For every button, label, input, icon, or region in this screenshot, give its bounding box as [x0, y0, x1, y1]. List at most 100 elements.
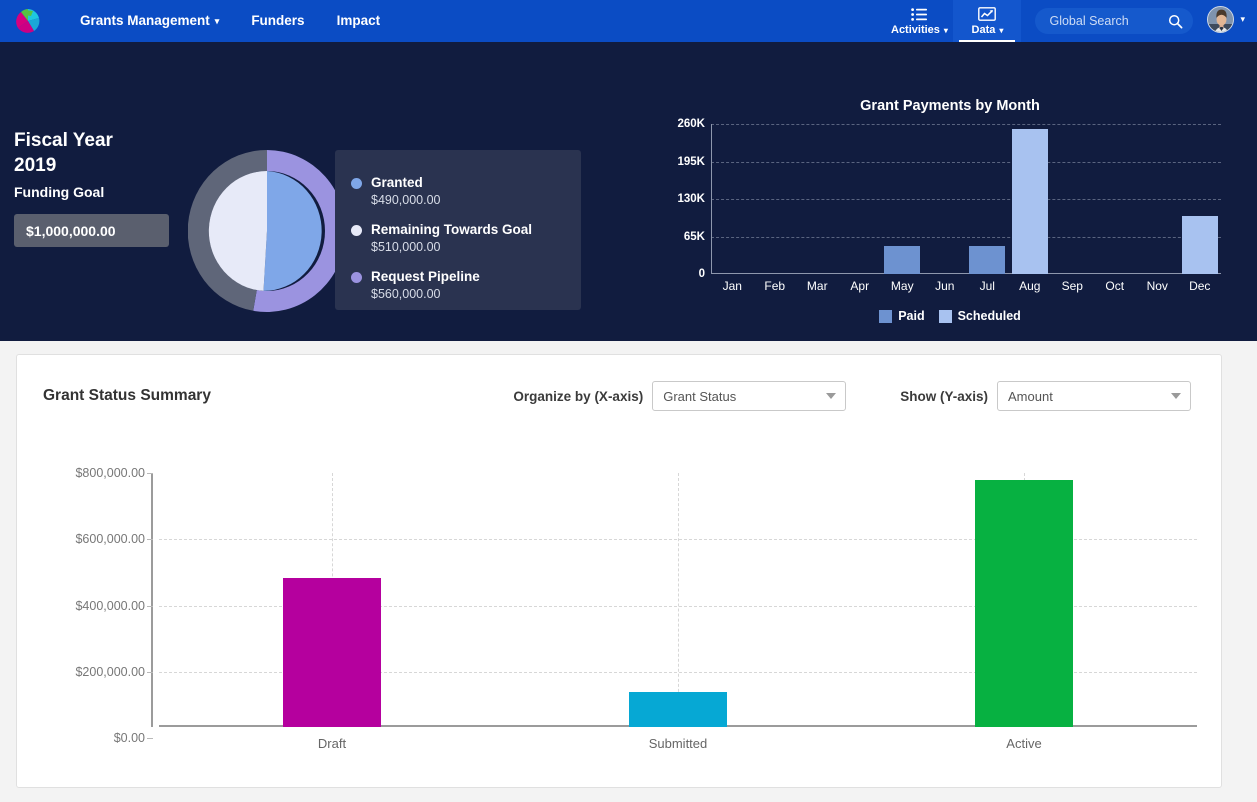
legend-item-paid[interactable]: Paid: [879, 309, 924, 323]
x-tick-label: Mar: [796, 279, 839, 293]
bar-active[interactable]: [975, 480, 1073, 727]
bar-column[interactable]: [881, 124, 924, 274]
x-tick-label: Dec: [1179, 279, 1222, 293]
y-tick-mark: [147, 738, 153, 739]
bar-submitted[interactable]: [629, 692, 727, 727]
nav-right-group: Activities▾ Data▾ Global Search: [885, 0, 1257, 42]
y-axis-control: Show (Y-axis) Amount: [900, 381, 1191, 411]
y-tick-label: $800,000.00: [75, 466, 145, 480]
legend-item-granted: Granted $490,000.00: [371, 174, 581, 209]
legend-color-dot: [351, 225, 362, 236]
grant-status-summary-panel: Grant Status Summary Organize by (X-axis…: [16, 354, 1222, 788]
nav-item-impact[interactable]: Impact: [321, 0, 397, 42]
x-axis-labels: DraftSubmittedActive: [159, 736, 1197, 751]
chart-line-icon: [978, 7, 996, 22]
x-tick-label: Submitted: [505, 736, 851, 751]
chart-controls: Organize by (X-axis) Grant Status Show (…: [513, 381, 1191, 411]
bar-column[interactable]: [1051, 124, 1094, 274]
legend-swatch: [879, 310, 892, 323]
nav-item-label: Funders: [251, 13, 304, 28]
list-icon: [911, 7, 928, 22]
y-axis: 065K130K195K260K: [655, 124, 705, 274]
x-tick-label: Aug: [1009, 279, 1052, 293]
funding-legend-card: Granted $490,000.00 Remaining Towards Go…: [335, 150, 581, 310]
legend-label: Granted: [371, 174, 581, 191]
bar-column[interactable]: [839, 124, 882, 274]
chevron-down-icon: ▾: [944, 26, 948, 35]
y-tick-label: 130K: [678, 193, 706, 205]
legend-item-request-pipeline: Request Pipeline $560,000.00: [371, 268, 581, 303]
chevron-down-icon: [1171, 393, 1181, 399]
y-tick-mark: [147, 539, 153, 540]
chart-plot-area: 065K130K195K260K: [711, 124, 1221, 274]
y-tick-label: $400,000.00: [75, 599, 145, 613]
search-input[interactable]: Global Search: [1049, 14, 1168, 28]
chevron-down-icon: [826, 393, 836, 399]
legend-item-remaining-towards-goal: Remaining Towards Goal $510,000.00: [371, 221, 581, 256]
x-tick-label: Active: [851, 736, 1197, 751]
grant-payments-by-month-chart: Grant Payments by Month 065K130K195K260K…: [655, 98, 1245, 338]
bar-column[interactable]: [966, 124, 1009, 274]
bar-scheduled[interactable]: [1012, 129, 1048, 274]
legend-label: Paid: [898, 309, 924, 323]
y-tick-label: 260K: [678, 118, 706, 130]
bar-column[interactable]: [924, 124, 967, 274]
bar-draft[interactable]: [283, 578, 381, 727]
y-axis-select[interactable]: Amount: [997, 381, 1191, 411]
funding-goal-donut-chart: [188, 150, 346, 312]
chart-plot-area: [159, 473, 1197, 727]
bar-column[interactable]: [1009, 124, 1052, 274]
y-axis-select-value: Amount: [1008, 389, 1053, 404]
nav-item-grants-management[interactable]: Grants Management▾: [64, 0, 235, 43]
pie-chart-logo-icon[interactable]: [14, 7, 42, 35]
legend-swatch: [939, 310, 952, 323]
x-tick-label: Jun: [924, 279, 967, 293]
x-axis-label: Organize by (X-axis): [513, 389, 643, 404]
funding-goal-input[interactable]: [14, 214, 169, 247]
bar-column[interactable]: [1179, 124, 1222, 274]
legend-label: Remaining Towards Goal: [371, 221, 581, 238]
bar-paid[interactable]: [969, 246, 1005, 274]
nav-left-group: Grants Management▾ Funders Impact: [0, 0, 396, 42]
x-tick-label: Oct: [1094, 279, 1137, 293]
bar-column[interactable]: [159, 473, 505, 727]
bar-column[interactable]: [1136, 124, 1179, 274]
bar-column[interactable]: [711, 124, 754, 274]
bar-series: [711, 124, 1221, 274]
y-tick-label: 195K: [678, 156, 706, 168]
top-navigation-bar: Grants Management▾ Funders Impact Activi…: [0, 0, 1257, 42]
grant-status-bar-chart: $0.00$200,000.00$400,000.00$600,000.00$8…: [43, 463, 1197, 773]
legend-value: $510,000.00: [371, 238, 581, 256]
bar-column[interactable]: [1094, 124, 1137, 274]
global-search-box[interactable]: Global Search: [1035, 8, 1193, 34]
search-icon[interactable]: [1168, 14, 1183, 29]
x-axis-select[interactable]: Grant Status: [652, 381, 846, 411]
bar-scheduled[interactable]: [1182, 216, 1218, 274]
user-menu[interactable]: ▾: [1207, 6, 1245, 33]
page-title: Grant Status Summary: [43, 387, 211, 405]
tab-activities[interactable]: Activities▾: [885, 0, 953, 42]
x-axis-labels: JanFebMarAprMayJunJulAugSepOctNovDec: [711, 279, 1221, 293]
x-tick-label: Nov: [1136, 279, 1179, 293]
nav-item-funders[interactable]: Funders: [235, 0, 320, 42]
fiscal-year-title: Fiscal Year 2019: [14, 128, 179, 178]
y-tick-label: $200,000.00: [75, 665, 145, 679]
chart-title: Grant Payments by Month: [655, 98, 1245, 114]
tab-data[interactable]: Data▾: [953, 0, 1021, 42]
avatar[interactable]: [1207, 6, 1234, 33]
bar-column[interactable]: [754, 124, 797, 274]
legend-value: $560,000.00: [371, 285, 581, 303]
tab-activities-label: Activities▾: [891, 24, 948, 36]
legend-item-scheduled[interactable]: Scheduled: [939, 309, 1021, 323]
bar-column[interactable]: [505, 473, 851, 727]
y-axis: $0.00$200,000.00$400,000.00$600,000.00$8…: [43, 473, 153, 727]
y-tick-mark: [147, 473, 153, 474]
bar-paid[interactable]: [884, 246, 920, 274]
bar-column[interactable]: [851, 473, 1197, 727]
panel-header: Grant Status Summary Organize by (X-axis…: [17, 355, 1221, 411]
bar-column[interactable]: [796, 124, 839, 274]
x-axis-select-value: Grant Status: [663, 389, 736, 404]
x-tick-label: Apr: [839, 279, 882, 293]
x-tick-label: Draft: [159, 736, 505, 751]
chevron-down-icon[interactable]: ▾: [1240, 14, 1245, 25]
